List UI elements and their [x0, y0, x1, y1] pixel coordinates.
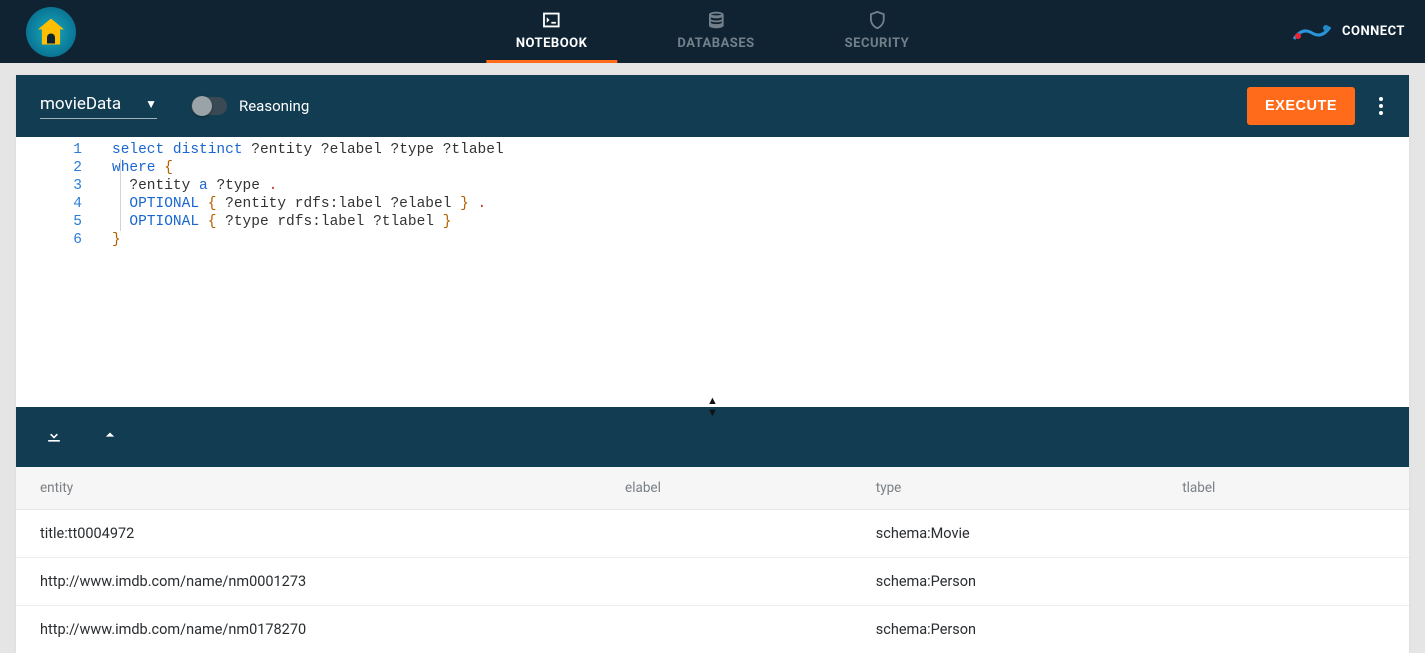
table-row[interactable]: http://www.imdb.com/name/nm0001273 schem…: [16, 558, 1409, 606]
line-gutter: 1 2 3 4 5 6: [16, 137, 98, 407]
code-editor[interactable]: 1 2 3 4 5 6 select distinct ?entity ?ela…: [16, 137, 1409, 407]
column-header-type[interactable]: type: [852, 467, 1158, 510]
nav-right: CONNECT: [1292, 21, 1405, 43]
line-number: 6: [16, 231, 82, 249]
database-selector[interactable]: movieData ▼: [40, 94, 157, 119]
results-table-wrap: entity elabel type tlabel title:tt000497…: [16, 467, 1409, 653]
line-number: 1: [16, 141, 82, 159]
code-content: select distinct ?entity ?elabel ?type ?t…: [98, 137, 504, 407]
cell-elabel: [601, 510, 852, 558]
line-number: 5: [16, 213, 82, 231]
nav-label: NOTEBOOK: [516, 36, 588, 51]
line-number: 2: [16, 159, 82, 177]
cell-type: schema:Person: [852, 606, 1158, 653]
connect-button[interactable]: CONNECT: [1342, 24, 1405, 39]
cell-elabel: [601, 606, 852, 653]
database-name: movieData: [40, 94, 121, 114]
column-header-entity[interactable]: entity: [16, 467, 601, 510]
app-logo[interactable]: [26, 7, 76, 57]
collapse-icon[interactable]: [100, 425, 120, 449]
reasoning-label: Reasoning: [239, 97, 309, 115]
tab-security[interactable]: SECURITY: [845, 0, 910, 63]
table-row[interactable]: title:tt0004972 schema:Movie: [16, 510, 1409, 558]
nav-label: SECURITY: [845, 36, 910, 51]
cell-entity: http://www.imdb.com/name/nm0001273: [16, 558, 601, 606]
cell-tlabel: [1158, 606, 1409, 653]
nav-tabs: NOTEBOOK DATABASES SECURITY: [516, 0, 909, 63]
cell-tlabel: [1158, 510, 1409, 558]
cell-elabel: [601, 558, 852, 606]
page: movieData ▼ Reasoning EXECUTE 1 2 3 4 5 …: [0, 63, 1425, 653]
cell-toolbar: movieData ▼ Reasoning EXECUTE: [16, 75, 1409, 137]
results-table: entity elabel type tlabel title:tt000497…: [16, 467, 1409, 653]
column-header-elabel[interactable]: elabel: [601, 467, 852, 510]
cell-type: schema:Person: [852, 558, 1158, 606]
shield-icon: [866, 9, 888, 31]
execute-button[interactable]: EXECUTE: [1247, 87, 1355, 125]
indent-guide: [120, 159, 121, 231]
reasoning-toggle[interactable]: [191, 97, 227, 115]
cell-entity: title:tt0004972: [16, 510, 601, 558]
nav-label: DATABASES: [677, 36, 754, 51]
database-icon: [705, 9, 727, 31]
top-nav: NOTEBOOK DATABASES SECURITY CONNECT: [0, 0, 1425, 63]
house-icon: [38, 19, 64, 45]
line-number: 3: [16, 177, 82, 195]
cell-tlabel: [1158, 558, 1409, 606]
line-number: 4: [16, 195, 82, 213]
tab-databases[interactable]: DATABASES: [677, 0, 754, 63]
table-row[interactable]: http://www.imdb.com/name/nm0178270 schem…: [16, 606, 1409, 653]
table-header-row: entity elabel type tlabel: [16, 467, 1409, 510]
download-icon[interactable]: [44, 425, 64, 449]
terminal-icon: [541, 9, 563, 31]
connect-icon: [1292, 21, 1332, 43]
resize-handle-icon[interactable]: ▲ ▼: [703, 398, 723, 416]
more-menu-button[interactable]: [1369, 94, 1393, 118]
notebook-cell: movieData ▼ Reasoning EXECUTE 1 2 3 4 5 …: [16, 75, 1409, 653]
cell-entity: http://www.imdb.com/name/nm0178270: [16, 606, 601, 653]
tab-notebook[interactable]: NOTEBOOK: [516, 0, 588, 63]
cell-type: schema:Movie: [852, 510, 1158, 558]
column-header-tlabel[interactable]: tlabel: [1158, 467, 1409, 510]
chevron-down-icon: ▼: [145, 97, 157, 111]
